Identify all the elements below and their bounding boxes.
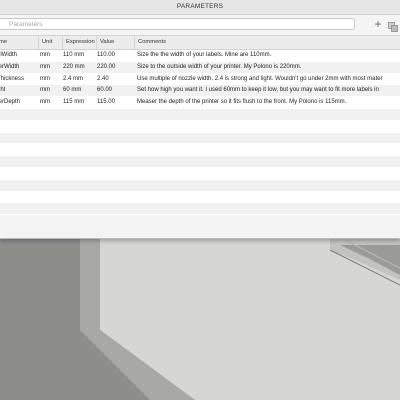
parameters-dialog: PARAMETERS + me Unit Expression Value Co… — [0, 0, 400, 239]
header-name[interactable]: me — [0, 36, 38, 49]
table-body: elWidth mm 110 mm 110.00 Size the the wi… — [0, 50, 400, 216]
header-expression[interactable]: Expression — [62, 36, 96, 49]
table-header: me Unit Expression Value Comments — [0, 35, 400, 50]
param-unit[interactable]: mm — [40, 74, 60, 85]
empty-row — [0, 108, 400, 121]
param-name[interactable]: terWidth — [0, 62, 37, 73]
header-unit[interactable]: Unit — [38, 36, 62, 49]
empty-row — [0, 167, 400, 180]
param-unit[interactable]: mm — [40, 85, 60, 96]
empty-row — [0, 203, 400, 216]
param-expression[interactable]: 110 mm — [63, 50, 97, 61]
param-comment[interactable]: Use multiple of nozzle width. 2.4 is str… — [137, 74, 400, 85]
param-name[interactable]: terDepth — [0, 97, 37, 108]
param-comment[interactable]: Size the the width of your labels. Mine … — [137, 50, 400, 61]
param-value: 220.00 — [97, 63, 116, 70]
param-unit[interactable]: mm — [40, 97, 60, 108]
copy-parameter-button[interactable] — [388, 19, 398, 32]
param-expression[interactable]: 115 mm — [63, 97, 97, 108]
header-value[interactable]: Value — [96, 36, 134, 49]
search-input[interactable] — [0, 18, 355, 30]
param-comment[interactable]: Set how high you want it. I used 60mm to… — [137, 85, 400, 96]
parameters-table: me Unit Expression Value Comments elWidt… — [0, 35, 400, 216]
empty-row — [0, 120, 400, 133]
toolbar: + — [0, 15, 400, 35]
plus-icon: + — [374, 17, 382, 31]
param-comment[interactable]: Measer the depth of the printer so it fi… — [137, 97, 400, 108]
param-expression[interactable]: 220 mm — [63, 62, 97, 73]
table-row[interactable]: terWidth mm 220 mm 220.00 Size to the ou… — [0, 61, 400, 74]
table-row[interactable]: Thickness mm 2.4 mm 2.40 Use multiple of… — [0, 73, 400, 86]
param-value: 115.00 — [97, 99, 115, 106]
param-expression[interactable]: 60 mm — [63, 85, 97, 96]
param-comment[interactable]: Size to the outside width of your printe… — [137, 62, 400, 73]
param-name[interactable]: ght — [0, 85, 37, 96]
param-name[interactable]: Thickness — [0, 74, 37, 85]
add-parameter-button[interactable]: + — [372, 17, 384, 31]
param-value: 110.00 — [97, 52, 115, 58]
empty-row — [0, 179, 400, 192]
copy-icon — [388, 22, 398, 32]
param-expression[interactable]: 2.4 mm — [63, 74, 97, 85]
param-value: 2.40 — [97, 75, 109, 82]
empty-row — [0, 156, 400, 168]
table-row[interactable]: ght mm 60 mm 60.00 Set how high you want… — [0, 85, 400, 98]
dialog-title: PARAMETERS — [0, 0, 400, 15]
param-value: 60.00 — [97, 87, 113, 94]
param-name[interactable]: elWidth — [0, 50, 37, 61]
param-unit[interactable]: mm — [40, 50, 60, 61]
table-row[interactable]: elWidth mm 110 mm 110.00 Size the the wi… — [0, 50, 400, 62]
empty-row — [0, 191, 400, 204]
empty-row — [0, 132, 400, 145]
table-row[interactable]: terDepth mm 115 mm 115.00 Measer the dep… — [0, 97, 400, 109]
header-comments[interactable]: Comments — [134, 36, 400, 49]
param-unit[interactable]: mm — [40, 62, 60, 73]
empty-row — [0, 144, 400, 157]
